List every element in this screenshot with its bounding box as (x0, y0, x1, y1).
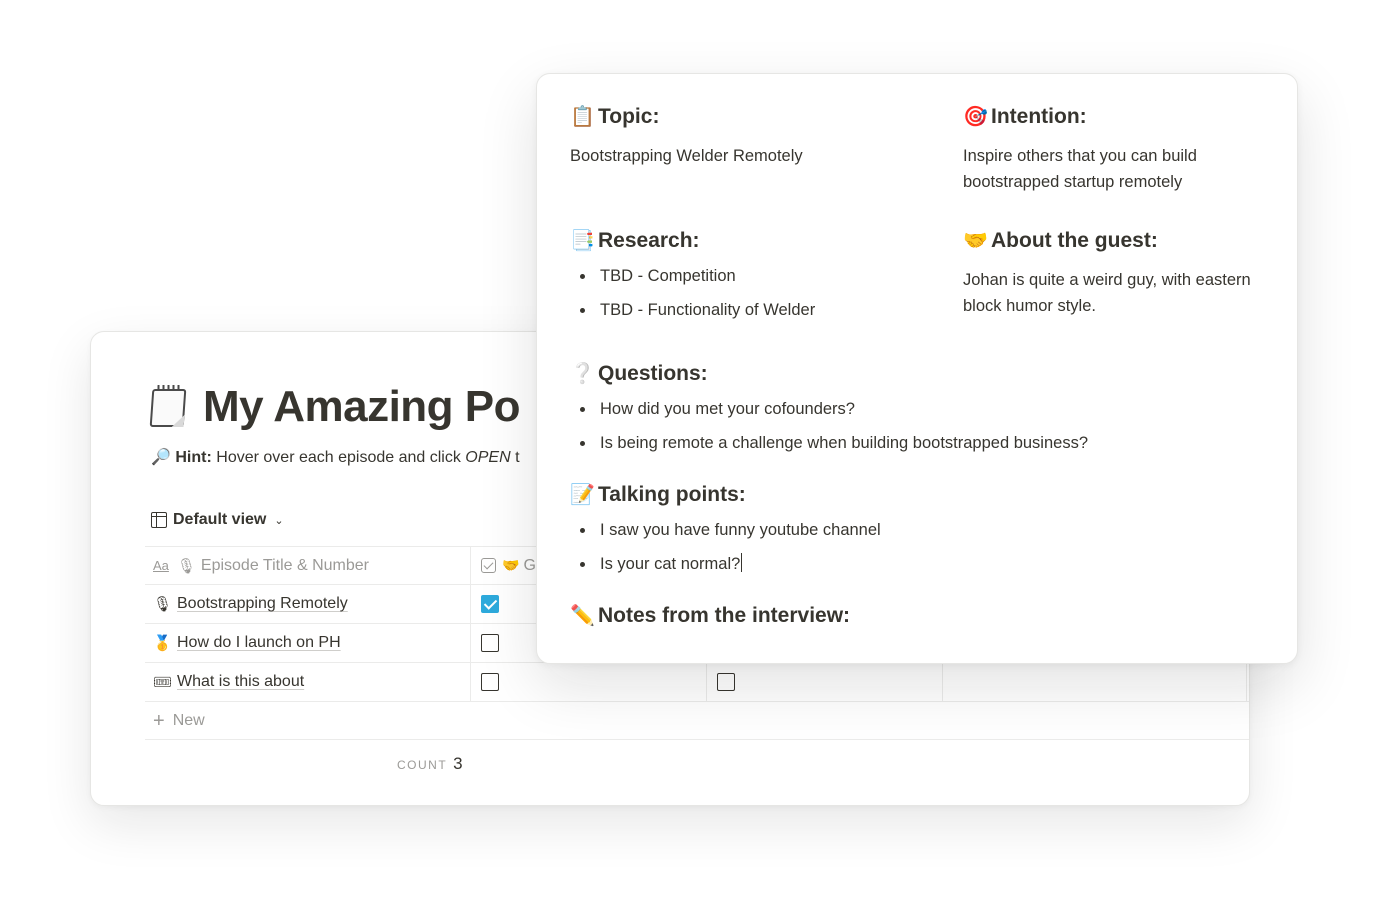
page-title: My Amazing Po (149, 382, 521, 432)
document-icon: 📑 (570, 230, 595, 252)
ticket-icon: 🎟 (153, 674, 173, 691)
episode-page-card: 📋 Topic: Bootstrapping Welder Remotely 🎯 I… (536, 73, 1298, 664)
row-cell[interactable] (943, 663, 1247, 701)
list-item[interactable]: How did you met your cofounders? (570, 396, 1270, 422)
list-item[interactable]: Is being remote a challenge when buildin… (570, 430, 1270, 456)
pencil-icon: ✏️ (570, 605, 595, 627)
about-guest-text[interactable]: Johan is quite a weird guy, with eastern… (963, 267, 1283, 319)
microphone-icon: 🎙 (176, 557, 196, 575)
row-title-cell[interactable]: 🥇 How do I launch on PH (145, 624, 471, 662)
row-checkbox-cell[interactable] (707, 663, 943, 701)
intention-text[interactable]: Inspire others that you can build bootst… (963, 143, 1283, 195)
row-title-cell[interactable]: 🎙 Bootstrapping Remotely (145, 585, 471, 623)
checkbox-checked[interactable] (481, 595, 499, 613)
handshake-icon: 🤝 (963, 230, 988, 252)
checkbox-unchecked[interactable] (717, 673, 735, 691)
microphone-icon: 🎙 (153, 596, 173, 613)
handshake-icon: 🤝 (502, 557, 520, 573)
plus-icon: + (153, 709, 165, 732)
row-checkbox-cell[interactable] (471, 663, 707, 701)
list-item-editing[interactable]: Is your cat normal? (570, 551, 1270, 577)
list-item[interactable]: TBD - Competition (570, 263, 950, 289)
magnifier-icon: 🔎 (151, 449, 171, 466)
research-section: 📑 Research: TBD - Competition TBD - Funct… (570, 228, 950, 331)
chevron-down-icon: ⌄ (274, 514, 284, 527)
memo-icon: 📝 (570, 484, 595, 506)
question-mark-icon: ❔ (570, 363, 595, 385)
row-title-cell[interactable]: 🎟 What is this about (145, 663, 471, 701)
hint-text: 🔎 Hint: Hover over each episode and clic… (151, 449, 520, 466)
default-view-dropdown[interactable]: Default view ⌄ (151, 511, 284, 529)
questions-section: ❔ Questions: How did you met your cofound… (570, 361, 1270, 464)
about-guest-section: 🤝 About the guest: Johan is quite a weird… (963, 228, 1283, 319)
intention-section: 🎯 Intention: Inspire others that you can … (963, 104, 1283, 195)
medal-icon: 🥇 (153, 635, 172, 652)
topic-text[interactable]: Bootstrapping Welder Remotely (570, 143, 930, 169)
count-summary[interactable]: COUNT 3 (397, 754, 463, 774)
notepad-icon (149, 385, 189, 429)
topic-section: 📋 Topic: Bootstrapping Welder Remotely (570, 104, 930, 169)
table-row[interactable]: 🎟 What is this about (145, 663, 1249, 702)
checkbox-unchecked[interactable] (481, 673, 499, 691)
checkbox-icon (481, 558, 496, 573)
target-icon: 🎯 (963, 106, 988, 128)
table-icon (151, 512, 167, 528)
talking-points-section: 📝 Talking points: I saw you have funny yo… (570, 482, 1270, 585)
new-row-button[interactable]: + New (145, 702, 1249, 740)
list-item[interactable]: TBD - Functionality of Welder (570, 297, 950, 323)
column-header-title[interactable]: Aa 🎙 Episode Title & Number (145, 547, 471, 584)
list-item[interactable]: I saw you have funny youtube channel (570, 517, 1270, 543)
notes-section: ✏️ Notes from the interview: (570, 603, 851, 628)
text-cursor (741, 553, 743, 572)
clipboard-icon: 📋 (570, 106, 595, 128)
checkbox-unchecked[interactable] (481, 634, 499, 652)
